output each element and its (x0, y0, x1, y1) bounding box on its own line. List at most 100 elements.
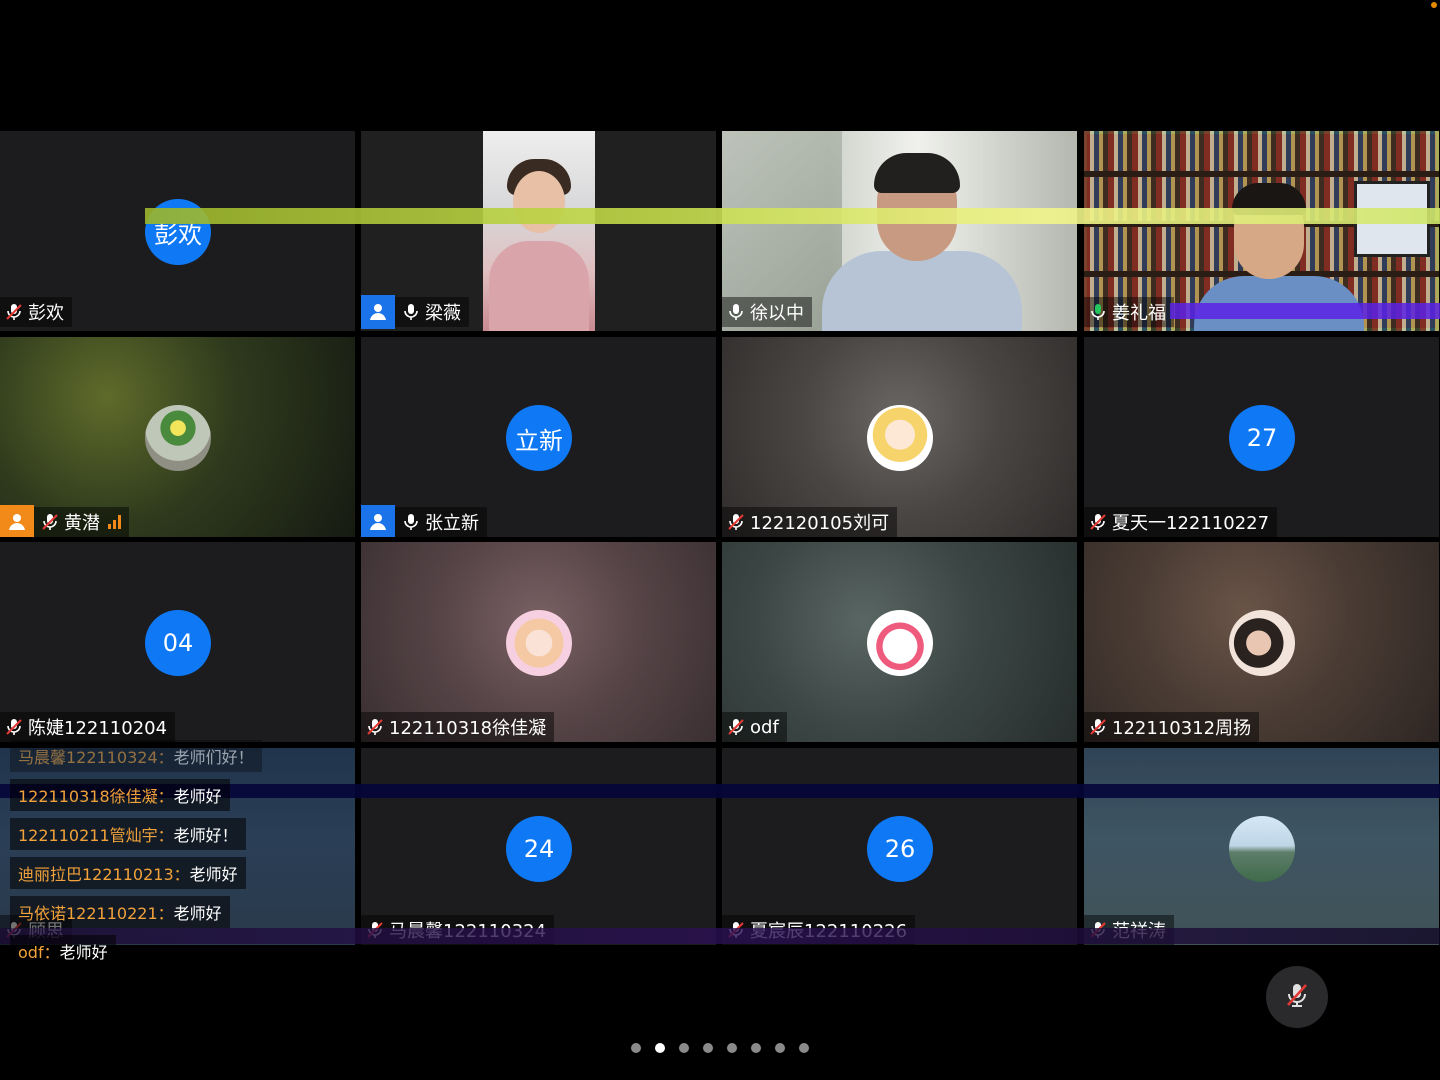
participant-tile[interactable]: 122120105刘可 (722, 337, 1077, 537)
host-icon (361, 295, 395, 329)
host-icon (0, 505, 34, 537)
participant-name: 张立新 (425, 513, 479, 534)
page-indicator (0, 1043, 1440, 1053)
avatar (145, 405, 211, 471)
avatar: 立新 (506, 405, 572, 471)
page-dot-current[interactable] (655, 1043, 665, 1053)
avatar (1229, 816, 1295, 882)
participant-tile[interactable]: 27 夏天一122110227 (1084, 337, 1439, 537)
name-label: 陈婕122110204 (0, 712, 176, 742)
video-person (822, 251, 1022, 331)
avatar (1229, 610, 1295, 676)
participant-name: 夏天一122110227 (1112, 513, 1270, 534)
video-feed (1084, 171, 1439, 177)
page-dot[interactable] (679, 1043, 689, 1053)
chat-sender: 马依诺122110221： (18, 904, 174, 923)
name-label: 姜礼福 (1084, 297, 1174, 327)
mic-active-icon (1088, 302, 1108, 322)
participant-tile[interactable]: 立新 张立新 (361, 337, 716, 537)
participant-tile[interactable]: 04 陈婕122110204 (0, 542, 355, 742)
mic-icon (726, 302, 746, 322)
chat-message: 122110211管灿宇：老师好！ (10, 818, 246, 850)
participant-name: 彭欢 (28, 303, 64, 324)
avatar (867, 405, 933, 471)
mic-muted-icon (40, 512, 60, 532)
video-person (489, 241, 589, 331)
chat-sender: odf： (18, 943, 60, 962)
avatar (867, 610, 933, 676)
name-label: odf (722, 712, 787, 742)
participant-name: 122110312周扬 (1112, 718, 1252, 739)
mic-muted-icon (1281, 979, 1313, 1015)
glitch-band (1170, 303, 1440, 319)
avatar (506, 610, 572, 676)
participant-name: 122120105刘可 (750, 513, 890, 534)
participant-tile[interactable]: 122110312周扬 (1084, 542, 1439, 742)
participant-name: 姜礼福 (1112, 303, 1166, 324)
mic-muted-icon (1088, 717, 1108, 737)
mic-muted-icon (1088, 512, 1108, 532)
participant-name: 徐以中 (750, 303, 804, 324)
name-label: 122110312周扬 (1084, 712, 1260, 742)
participant-tile[interactable]: 黄潜 (0, 337, 355, 537)
page-dot[interactable] (631, 1043, 641, 1053)
mic-muted-icon (365, 717, 385, 737)
name-label: 梁薇 (361, 295, 469, 329)
status-dot (1431, 2, 1437, 8)
chat-message: odf：老师好 (10, 935, 116, 967)
chat-text: 老师好 (59, 943, 108, 962)
participant-tile[interactable]: 彭欢 彭欢 (0, 131, 355, 331)
chat-text: 老师好 (189, 865, 238, 884)
avatar: 26 (867, 816, 933, 882)
page-dot[interactable] (727, 1043, 737, 1053)
signal-icon (108, 515, 121, 529)
chat-sender: 迪丽拉巴122110213： (18, 865, 190, 884)
glitch-band (145, 208, 1440, 224)
participant-tile[interactable]: 范祥涛 (1084, 748, 1439, 945)
name-label: 彭欢 (0, 297, 72, 327)
chat-sender: 122110318徐佳凝： (18, 787, 174, 806)
name-label: 122110318徐佳凝 (361, 712, 555, 742)
mute-button[interactable] (1266, 966, 1328, 1028)
participant-tile[interactable]: 徐以中 (722, 131, 1077, 331)
chat-message: 迪丽拉巴122110213：老师好 (10, 857, 246, 889)
chat-message: 122110318徐佳凝：老师好 (10, 779, 230, 811)
participant-tile[interactable]: 24 马晨馨122110324 (361, 748, 716, 945)
name-label: 张立新 (361, 505, 487, 537)
chat-text: 老师好！ (173, 826, 238, 845)
avatar: 24 (506, 816, 572, 882)
mic-muted-icon (726, 512, 746, 532)
chat-text: 老师好 (173, 904, 222, 923)
avatar: 27 (1229, 405, 1295, 471)
chat-message: 马晨馨122110324：老师们好！ (10, 740, 262, 772)
participant-name: 梁薇 (425, 303, 461, 324)
mic-icon (401, 512, 421, 532)
video-person (874, 153, 960, 193)
chat-sender: 122110211管灿宇： (18, 826, 174, 845)
chat-sender: 马晨馨122110324： (18, 748, 174, 767)
participant-tile[interactable]: odf (722, 542, 1077, 742)
participant-tile-active-speaker[interactable]: 姜礼福 (1084, 131, 1439, 331)
participant-tile[interactable]: 122110318徐佳凝 (361, 542, 716, 742)
host-icon (361, 505, 395, 537)
participant-name: 陈婕122110204 (28, 718, 168, 739)
page-dot[interactable] (703, 1043, 713, 1053)
participant-tile[interactable]: 梁薇 (361, 131, 716, 331)
avatar: 04 (145, 610, 211, 676)
name-label: 122120105刘可 (722, 507, 898, 537)
name-label: 夏天一122110227 (1084, 507, 1278, 537)
name-label: 黄潜 (0, 505, 129, 537)
participant-name: 黄潜 (64, 513, 100, 534)
participant-tile[interactable]: 26 夏宸辰122110226 (722, 748, 1077, 945)
page-dot[interactable] (751, 1043, 761, 1053)
participant-name: 122110318徐佳凝 (389, 718, 547, 739)
mic-muted-icon (4, 302, 24, 322)
chat-message: 马依诺122110221：老师好 (10, 896, 230, 928)
participant-name: odf (750, 716, 779, 738)
mic-muted-icon (4, 717, 24, 737)
mic-muted-icon (726, 717, 746, 737)
page-dot[interactable] (775, 1043, 785, 1053)
name-label: 徐以中 (722, 297, 812, 327)
chat-text: 老师好 (173, 787, 222, 806)
page-dot[interactable] (799, 1043, 809, 1053)
